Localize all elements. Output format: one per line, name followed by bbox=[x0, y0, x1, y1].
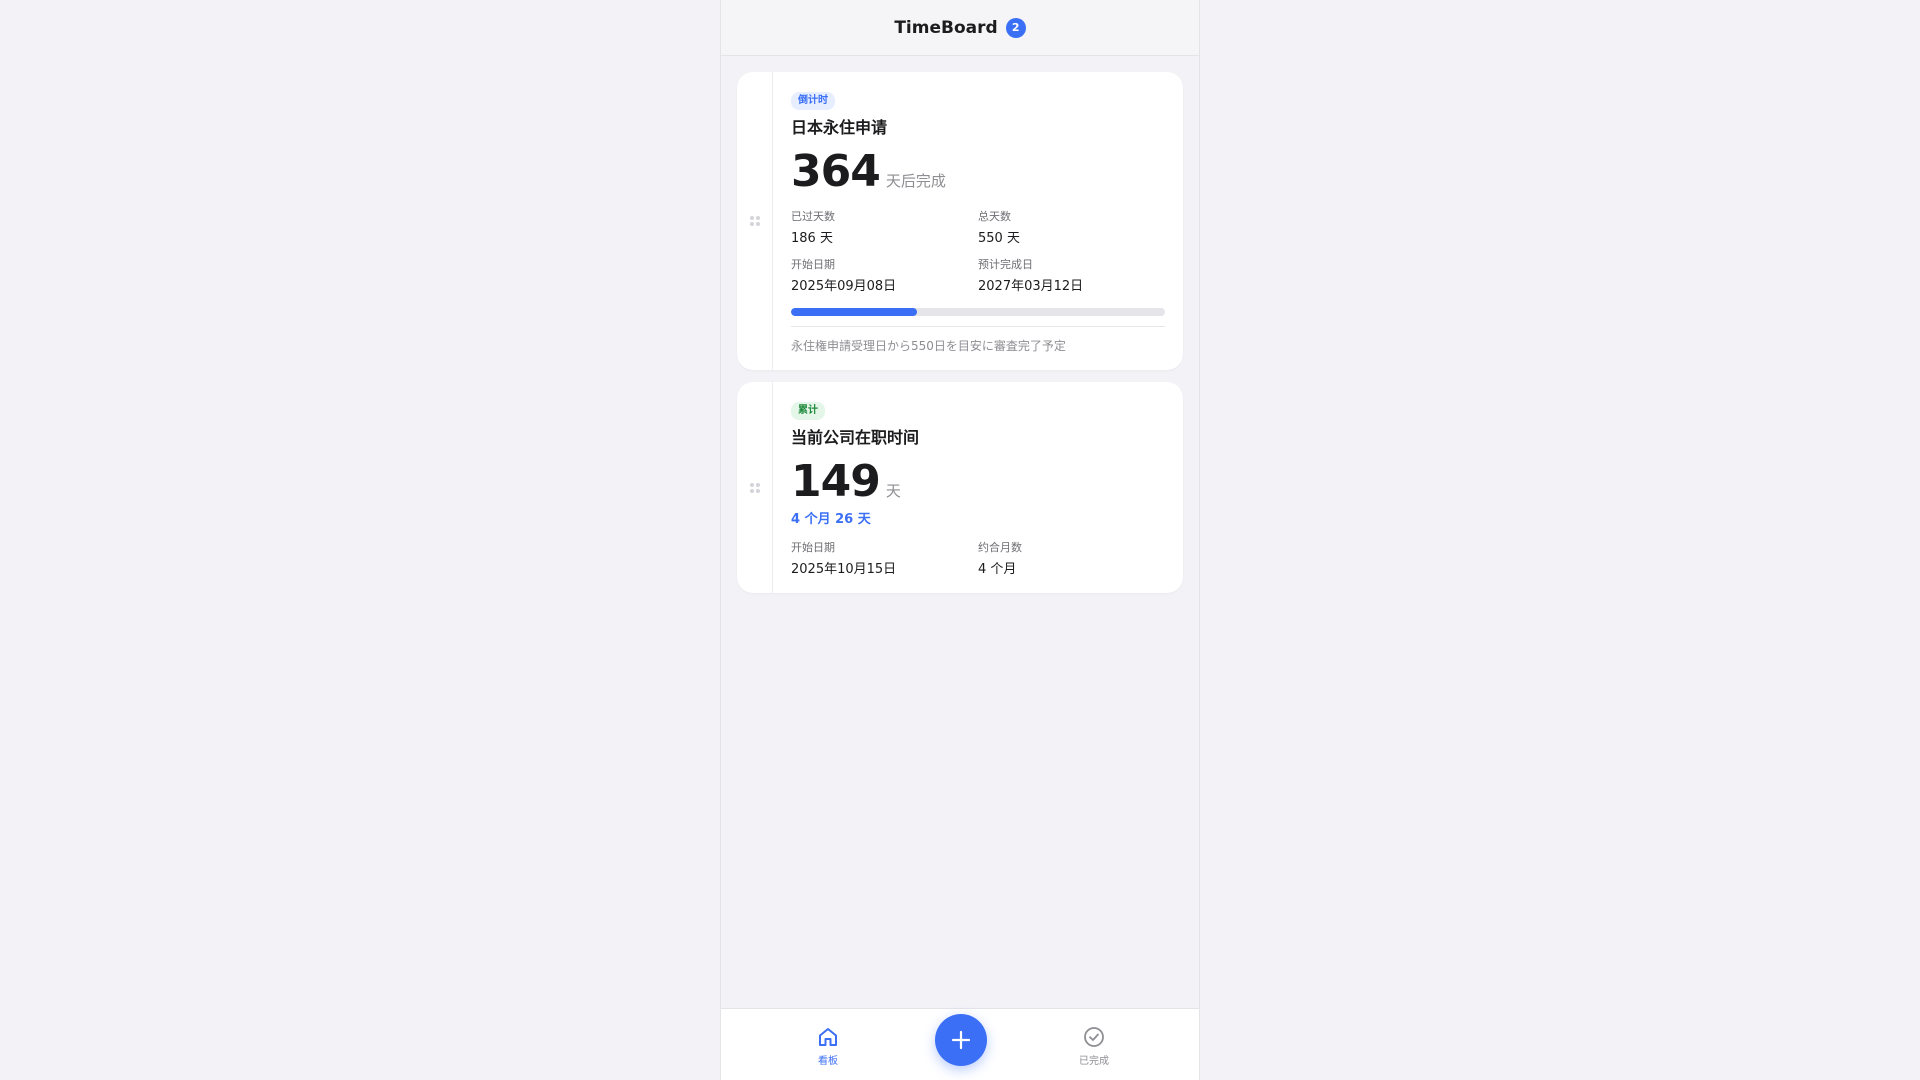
countdown-card[interactable]: 倒计时 日本永住申请 364 天后完成 已过天数 186 天 总天数 550 天 bbox=[737, 72, 1183, 370]
info-item: 预计完成日 2027年03月12日 bbox=[978, 256, 1165, 294]
info-label: 预计完成日 bbox=[978, 258, 1033, 271]
app-title: TimeBoard bbox=[894, 17, 998, 38]
big-unit: 天 bbox=[885, 482, 901, 500]
divider bbox=[791, 326, 1165, 327]
info-label: 开始日期 bbox=[791, 258, 835, 271]
app-header: TimeBoard 2 bbox=[721, 0, 1199, 56]
info-value: 2025年09月08日 bbox=[791, 279, 897, 294]
info-value: 2025年10月15日 bbox=[791, 562, 897, 577]
info-grid: 开始日期 2025年10月15日 约合月数 4 个月 bbox=[791, 539, 1165, 577]
big-number: 149 bbox=[791, 456, 881, 507]
duration-breakdown: 4 个月 26 天 bbox=[791, 512, 871, 527]
info-item: 开始日期 2025年09月08日 bbox=[791, 256, 978, 294]
info-item: 已过天数 186 天 bbox=[791, 208, 978, 246]
check-circle-icon bbox=[1084, 1027, 1104, 1047]
tab-board[interactable]: 看板 bbox=[788, 1025, 868, 1067]
card-body: 累计 当前公司在职时间 149 天 4 个月 26 天 开始日期 2025年10… bbox=[773, 382, 1183, 593]
add-button[interactable] bbox=[935, 1014, 987, 1066]
type-tag: 倒计时 bbox=[791, 92, 835, 110]
count-badge: 2 bbox=[1005, 17, 1026, 38]
info-value: 550 天 bbox=[978, 231, 1020, 246]
plus-icon bbox=[951, 1030, 971, 1050]
card-note: 永住権申請受理日から550日を目安に審査完了予定 bbox=[791, 339, 1066, 353]
drag-handle-column[interactable] bbox=[737, 72, 773, 370]
tab-label: 看板 bbox=[818, 1056, 838, 1067]
days-elapsed: 149 天 bbox=[791, 458, 1165, 506]
drag-handle-icon[interactable] bbox=[749, 216, 760, 226]
progress-fill bbox=[791, 308, 918, 316]
info-value: 186 天 bbox=[791, 231, 833, 246]
bottom-tab-bar: 看板 已完成 bbox=[721, 1008, 1199, 1080]
info-value: 2027年03月12日 bbox=[978, 279, 1084, 294]
big-unit: 天后完成 bbox=[885, 172, 946, 190]
card-body: 倒计时 日本永住申请 364 天后完成 已过天数 186 天 总天数 550 天 bbox=[773, 72, 1183, 370]
info-item: 约合月数 4 个月 bbox=[978, 539, 1165, 577]
tab-label: 已完成 bbox=[1079, 1056, 1109, 1067]
card-title: 当前公司在职时间 bbox=[791, 428, 920, 447]
big-number: 364 bbox=[791, 146, 881, 197]
info-item: 开始日期 2025年10月15日 bbox=[791, 539, 978, 577]
info-label: 总天数 bbox=[978, 210, 1011, 223]
card-title: 日本永住申请 bbox=[791, 118, 888, 137]
info-grid: 已过天数 186 天 总天数 550 天 开始日期 2025年09月08日 预计… bbox=[791, 208, 1165, 294]
type-tag: 累计 bbox=[791, 402, 825, 420]
app-container: TimeBoard 2 倒计时 日本永住申请 364 天后完成 已过天数 186… bbox=[720, 0, 1200, 1080]
home-icon bbox=[819, 1028, 837, 1046]
info-value: 4 个月 bbox=[978, 562, 1017, 577]
info-label: 开始日期 bbox=[791, 541, 835, 554]
days-remaining: 364 天后完成 bbox=[791, 148, 1165, 196]
info-item: 总天数 550 天 bbox=[978, 208, 1165, 246]
cumulative-card[interactable]: 累计 当前公司在职时间 149 天 4 个月 26 天 开始日期 2025年10… bbox=[737, 382, 1183, 593]
progress-bar bbox=[791, 308, 1165, 316]
card-list: 倒计时 日本永住申请 364 天后完成 已过天数 186 天 总天数 550 天 bbox=[721, 56, 1199, 593]
info-label: 约合月数 bbox=[978, 541, 1022, 554]
drag-handle-column[interactable] bbox=[737, 382, 773, 593]
info-label: 已过天数 bbox=[791, 210, 835, 223]
drag-handle-icon[interactable] bbox=[749, 482, 760, 493]
tab-completed[interactable]: 已完成 bbox=[1054, 1025, 1134, 1067]
